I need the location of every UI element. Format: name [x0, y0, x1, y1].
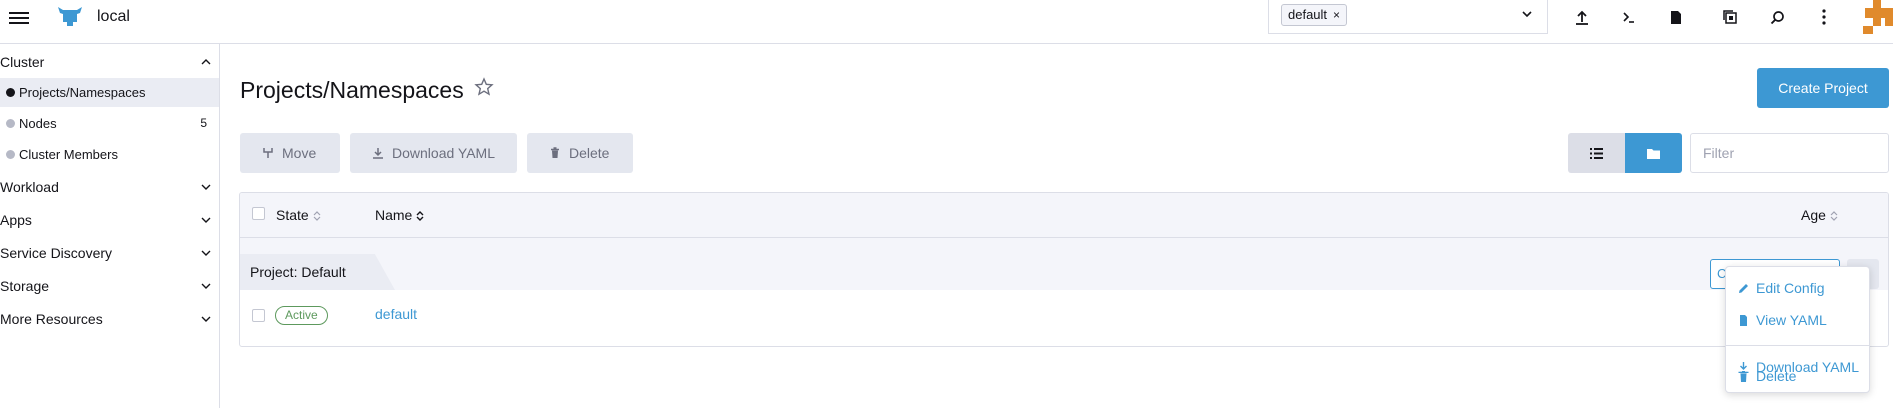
globe-icon [6, 150, 15, 159]
star-icon[interactable] [474, 77, 494, 97]
table-row: Active default [240, 290, 1888, 340]
sidebar-item-label: Nodes [19, 116, 57, 131]
sidebar-group-label: Storage [0, 278, 50, 294]
file-icon [1740, 315, 1747, 326]
globe-icon [6, 88, 15, 97]
sidebar-group-label: Apps [0, 212, 32, 228]
sidebar-group-storage[interactable]: Storage [0, 271, 219, 301]
sort-icon [416, 211, 424, 221]
sidebar-group-workload[interactable]: Workload [0, 172, 219, 202]
namespace-chip-label: default [1288, 7, 1328, 22]
menu-item-delete[interactable]: Delete [1726, 367, 1869, 391]
cluster-logo-icon [58, 7, 82, 26]
sidebar-item-cluster-members[interactable]: Cluster Members [0, 140, 219, 169]
project-group-label: Project: Default [240, 254, 395, 290]
sidebar-group-label: Cluster [0, 54, 45, 70]
chevron-down-icon [201, 250, 211, 256]
namespace-chip: default × [1281, 4, 1348, 26]
download-yaml-button[interactable]: Download YAML [350, 133, 517, 173]
sidebar-item-projects-namespaces[interactable]: Projects/Namespaces [0, 78, 219, 107]
upload-icon[interactable] [1571, 6, 1593, 28]
menu-item-view-yaml[interactable]: View YAML [1726, 305, 1869, 335]
delete-button[interactable]: Delete [527, 133, 633, 173]
chevron-down-icon[interactable] [1521, 8, 1533, 20]
sidebar-item-label: Cluster Members [19, 147, 118, 162]
column-header-name[interactable]: Name [375, 207, 424, 223]
chip-remove-icon[interactable]: × [1333, 8, 1340, 22]
move-label: Move [282, 145, 317, 161]
cluster-name: local [97, 8, 130, 25]
download-icon [373, 148, 383, 159]
copy-config-icon[interactable] [1719, 6, 1741, 28]
sidebar-group-label: Service Discovery [0, 245, 113, 261]
more-vertical-icon[interactable] [1813, 6, 1835, 28]
column-header-age[interactable]: Age [1801, 207, 1838, 223]
select-all-checkbox[interactable] [252, 207, 265, 220]
column-label: State [276, 207, 309, 223]
chevron-down-icon [201, 283, 211, 289]
menu-item-edit-config[interactable]: Edit Config [1726, 273, 1869, 303]
chevron-down-icon [201, 217, 211, 223]
file-icon[interactable] [1665, 6, 1687, 28]
menu-divider [1726, 345, 1869, 346]
sidebar-group-service-discovery[interactable]: Service Discovery [0, 238, 219, 268]
filter-input[interactable] [1690, 133, 1889, 173]
search-icon[interactable] [1766, 6, 1788, 28]
namespace-link[interactable]: default [375, 306, 417, 322]
menu-icon[interactable] [9, 9, 29, 25]
sort-icon [1830, 211, 1838, 221]
trash-icon [1740, 371, 1747, 382]
namespace-filter[interactable]: default × [1268, 0, 1548, 34]
delete-label: Delete [569, 145, 610, 161]
row-checkbox[interactable] [252, 309, 265, 322]
chevron-down-icon [201, 184, 211, 190]
download-yaml-label: Download YAML [392, 145, 495, 161]
chevron-up-icon [201, 59, 211, 65]
list-view-toggle[interactable] [1568, 133, 1625, 173]
group-view-toggle[interactable] [1625, 133, 1682, 173]
project-group-row: Project: Default C [240, 238, 1888, 290]
status-badge: Active [275, 306, 328, 325]
column-label: Name [375, 207, 413, 223]
sidebar-group-cluster[interactable]: Cluster [0, 47, 219, 77]
sidebar: Cluster Projects/Namespaces Nodes 5 Clus… [0, 44, 220, 408]
sidebar-group-apps[interactable]: Apps [0, 205, 219, 235]
user-avatar[interactable] [1863, 0, 1893, 36]
namespaces-table: State Name Age Project: Default C Active… [239, 192, 1889, 347]
table-header: State Name Age [240, 193, 1888, 238]
pencil-icon [1739, 284, 1748, 293]
top-header: local default × [0, 0, 1893, 44]
sidebar-group-label: Workload [0, 179, 59, 195]
globe-icon [6, 119, 15, 128]
folder-icon [1647, 148, 1660, 159]
actions-dropdown-menu: Edit Config View YAML Download YAML Dele… [1725, 266, 1870, 393]
sidebar-group-label: More Resources [0, 311, 103, 327]
menu-item-label: View YAML [1756, 312, 1827, 328]
sidebar-item-nodes[interactable]: Nodes 5 [0, 109, 219, 138]
move-icon [263, 148, 273, 158]
nodes-count: 5 [200, 116, 207, 130]
terminal-icon[interactable] [1618, 6, 1640, 28]
move-button[interactable]: Move [240, 133, 340, 173]
menu-item-label: Edit Config [1756, 280, 1825, 296]
trash-icon [551, 147, 559, 158]
sidebar-group-more-resources[interactable]: More Resources [0, 304, 219, 334]
sidebar-item-label: Projects/Namespaces [19, 85, 146, 100]
column-label: Age [1801, 207, 1826, 223]
sort-icon [313, 211, 321, 221]
column-header-state[interactable]: State [276, 207, 321, 223]
chevron-down-icon [201, 316, 211, 322]
list-icon [1590, 147, 1603, 159]
page-title: Projects/Namespaces [240, 77, 464, 103]
create-project-button[interactable]: Create Project [1757, 68, 1889, 108]
menu-item-label: Delete [1756, 368, 1797, 384]
